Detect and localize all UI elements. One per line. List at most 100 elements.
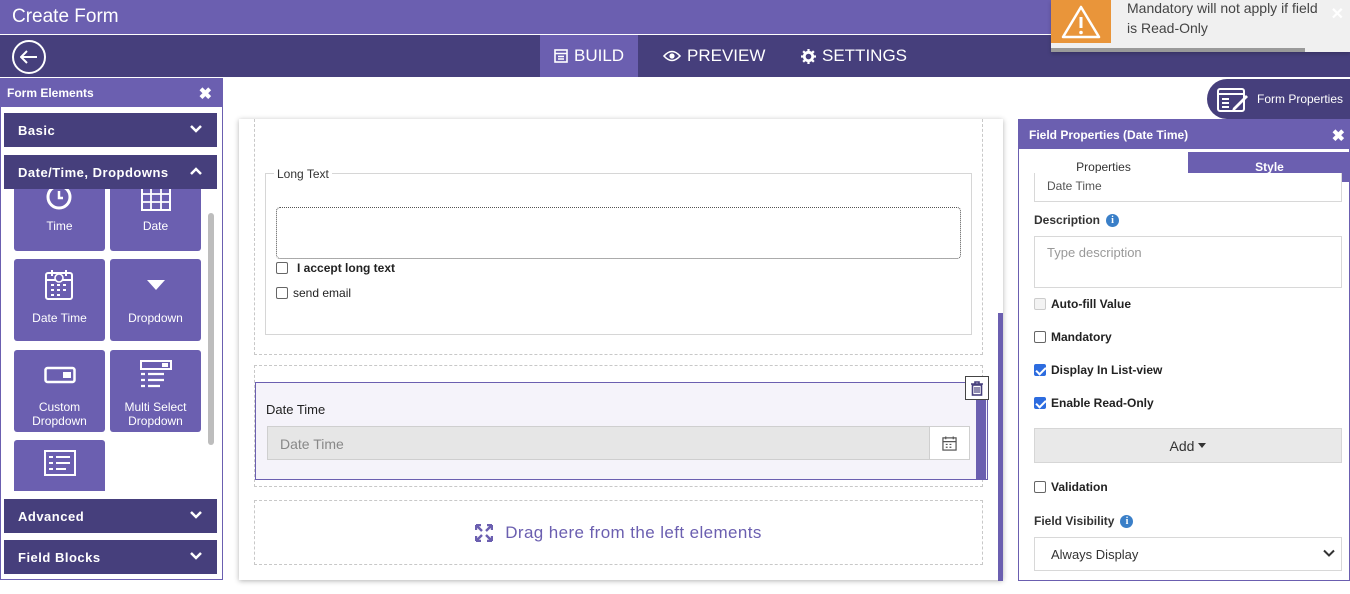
tile-multi-select-dropdown[interactable]: Multi Select Dropdown (110, 350, 201, 432)
section-advanced[interactable]: Advanced (4, 499, 217, 533)
field-properties-header: Field Properties (Date Time) ✖ (1019, 120, 1349, 149)
send-email-checkbox[interactable]: send email (276, 286, 351, 300)
warning-toast: Mandatory will not apply if field is Rea… (1051, 0, 1350, 52)
tab-settings[interactable]: SETTINGS (787, 35, 921, 77)
form-elements-header: Form Elements ✖ (1, 79, 222, 107)
list-select-icon (140, 360, 172, 388)
description-label-row: Description i (1034, 213, 1120, 227)
build-icon (554, 49, 568, 63)
tile-multi-select-label: Multi Select Dropdown (124, 400, 187, 428)
date-time-placeholder: Date Time (280, 436, 344, 452)
field-properties-panel: Field Properties (Date Time) ✖ Propertie… (1018, 119, 1350, 581)
calendar-clock-icon (45, 270, 73, 300)
checkbox-box[interactable] (276, 287, 288, 299)
send-email-label: send email (293, 286, 352, 300)
add-label: Add (1169, 437, 1195, 454)
tile-date[interactable]: Date (110, 189, 201, 251)
chevron-down-icon (190, 125, 202, 133)
list-view-label: Display In List-view (1051, 363, 1163, 377)
section-field-blocks[interactable]: Field Blocks (4, 540, 217, 574)
toast-message: Mandatory will not apply if field is Rea… (1127, 0, 1318, 36)
add-button[interactable]: Add (1034, 428, 1342, 463)
elements-scrollbar[interactable] (208, 213, 214, 445)
form-canvas: Long Text I accept long text send email … (239, 119, 1003, 580)
tile-time[interactable]: Time (14, 189, 105, 251)
form-elements-panel: Form Elements ✖ Basic Date/Time, Dropdow… (0, 78, 223, 580)
section-advanced-label: Advanced (18, 508, 85, 524)
checkbox-box[interactable] (276, 262, 288, 274)
visibility-value: Always Display (1051, 546, 1139, 562)
form-elements-title: Form Elements (7, 86, 94, 100)
tab-preview-label: PREVIEW (687, 46, 766, 65)
app-title: Create Form (12, 6, 119, 27)
tile-list[interactable] (14, 440, 105, 491)
field-label-input[interactable]: Date Time (1034, 173, 1342, 202)
tile-date-time-label: Date Time (32, 311, 87, 325)
checkbox-box[interactable] (1034, 481, 1046, 493)
warning-icon (1051, 0, 1111, 43)
visibility-select[interactable]: Always Display (1034, 537, 1342, 571)
tile-dropdown-label: Dropdown (128, 311, 183, 325)
chevron-down-icon (190, 552, 202, 560)
section-datetime-dropdowns[interactable]: Date/Time, Dropdowns (4, 155, 217, 189)
form-properties-button[interactable]: Form Properties (1207, 79, 1350, 119)
form-edit-icon (1217, 88, 1248, 112)
mandatory-checkbox[interactable]: Mandatory (1034, 330, 1112, 344)
chevron-down-icon (190, 511, 202, 519)
autofill-label: Auto-fill Value (1051, 297, 1132, 311)
arrow-left-icon (20, 50, 37, 64)
drop-zone-text: Drag here from the left elements (505, 522, 762, 542)
accept-long-text-label: I accept long text (297, 261, 396, 275)
read-only-checkbox[interactable]: Enable Read-Only (1034, 396, 1154, 410)
tile-custom-dropdown[interactable]: Custom Dropdown (14, 350, 105, 432)
info-icon[interactable]: i (1120, 514, 1134, 528)
tile-date-time[interactable]: Date Time (14, 259, 105, 341)
date-time-input[interactable]: Date Time (267, 426, 970, 460)
clock-icon (46, 189, 72, 210)
tile-date-label: Date (142, 219, 169, 233)
checkbox-box[interactable] (1034, 397, 1046, 409)
section-basic[interactable]: Basic (4, 113, 217, 147)
element-tiles: Time Date Date Time Dropdown Custom Drop… (4, 189, 217, 491)
field-properties-title: Field Properties (Date Time) (1029, 127, 1189, 142)
tab-preview[interactable]: PREVIEW (649, 35, 779, 77)
accept-long-text-checkbox[interactable]: I accept long text (276, 261, 395, 275)
section-datetime-label: Date/Time, Dropdowns (18, 164, 169, 180)
gear-icon (801, 48, 816, 64)
description-input[interactable]: Type description (1034, 236, 1342, 288)
tab-build-label: BUILD (574, 46, 625, 65)
calendar-icon (942, 435, 957, 451)
info-icon[interactable]: i (1106, 213, 1120, 227)
section-basic-label: Basic (18, 122, 56, 138)
long-text-input[interactable] (276, 207, 961, 259)
tab-build[interactable]: BUILD (540, 35, 639, 77)
calendar-grid-icon (141, 189, 171, 211)
toast-progress-bar (1051, 48, 1305, 52)
checkbox-box[interactable] (1034, 331, 1046, 343)
delete-field-button[interactable] (965, 376, 989, 400)
checkbox-box[interactable] (1034, 364, 1046, 376)
toast-close-icon[interactable]: ✕ (1331, 4, 1344, 24)
chevron-up-icon (190, 167, 202, 175)
form-properties-label: Form Properties (1257, 92, 1344, 106)
close-icon[interactable]: ✖ (199, 84, 212, 104)
date-time-label: Date Time (266, 402, 326, 417)
calendar-button[interactable] (929, 427, 969, 459)
tile-dropdown[interactable]: Dropdown (110, 259, 201, 341)
autofill-checkbox: Auto-fill Value (1034, 297, 1131, 311)
checkbox-box (1034, 298, 1046, 310)
tab-settings-label: SETTINGS (822, 46, 908, 65)
list-view-checkbox[interactable]: Display In List-view (1034, 363, 1162, 377)
back-button[interactable] (12, 40, 46, 74)
section-field-blocks-label: Field Blocks (18, 549, 101, 565)
list-icon (44, 450, 76, 476)
chevron-down-icon (1323, 549, 1335, 557)
validation-checkbox[interactable]: Validation (1034, 480, 1108, 494)
trash-icon (971, 380, 983, 396)
empty-drop-zone[interactable]: Drag here from the left elements (254, 500, 983, 565)
mandatory-label: Mandatory (1051, 330, 1112, 344)
eye-icon (663, 50, 681, 62)
close-icon[interactable]: ✖ (1332, 126, 1345, 146)
canvas-scrollbar[interactable] (998, 313, 1003, 581)
description-label: Description (1034, 213, 1101, 227)
